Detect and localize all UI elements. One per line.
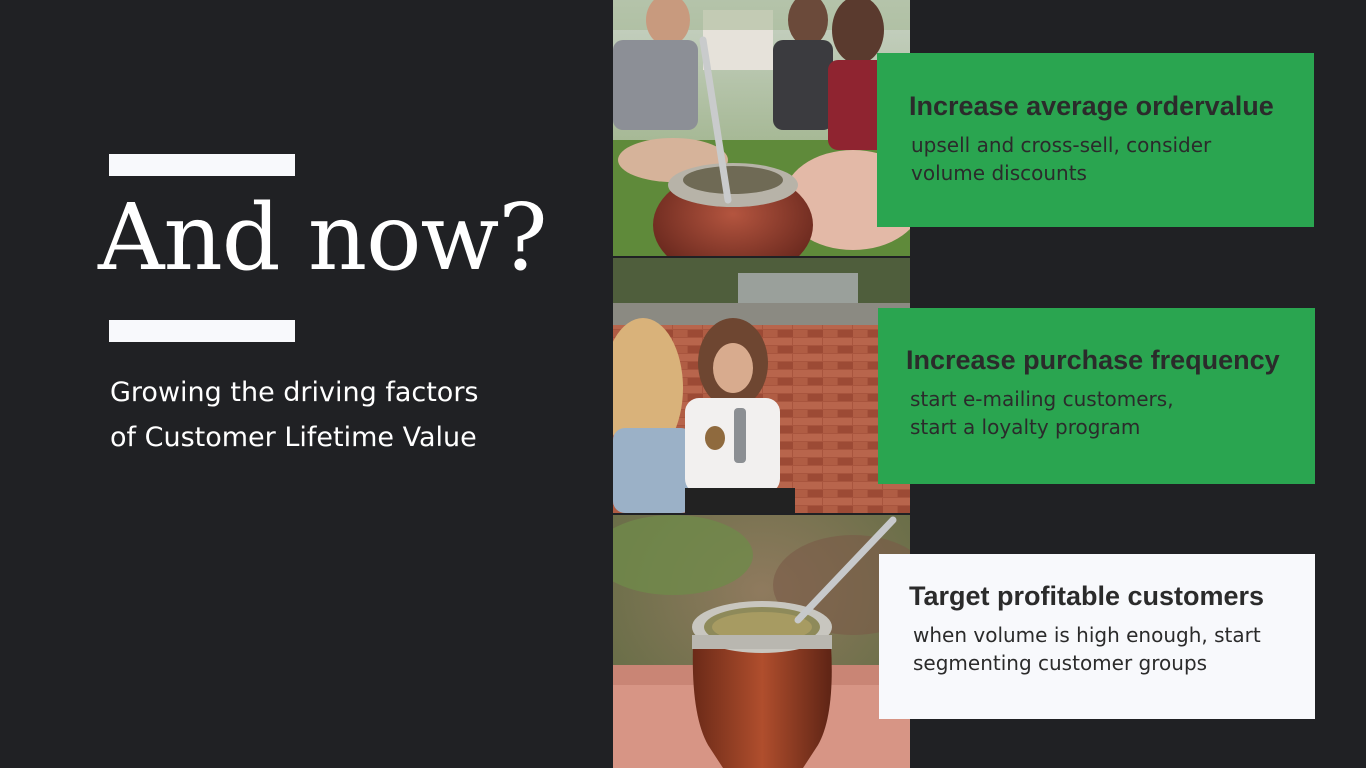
card-average-order-value: Increase average ordervalue upsell and c… xyxy=(877,53,1314,227)
card-description-line: segmenting customer groups xyxy=(913,651,1208,675)
card-description-line: start a loyalty program xyxy=(910,415,1141,439)
photo-girls-brick-wall xyxy=(613,258,910,513)
slide-title: And now? xyxy=(98,184,548,291)
photo-mate-gourd xyxy=(613,515,910,768)
card-description-line: upsell and cross-sell, consider xyxy=(911,133,1212,157)
card-profitable-customers: Target profitable customers when volume … xyxy=(879,554,1315,719)
card-description-line: start e-mailing customers, xyxy=(910,387,1174,411)
subtitle-line: Growing the driving factors xyxy=(110,377,479,408)
card-title: Increase purchase frequency xyxy=(906,345,1280,375)
card-description-line: when volume is high enough, start xyxy=(913,623,1261,647)
photo-group-mate xyxy=(613,0,910,256)
decorative-bar-top xyxy=(109,154,295,176)
card-purchase-frequency: Increase purchase frequency start e-mail… xyxy=(878,308,1315,484)
card-description: upsell and cross-sell, consider volume d… xyxy=(911,131,1314,187)
card-description: when volume is high enough, start segmen… xyxy=(913,621,1315,677)
slide: And now? Growing the driving factors of … xyxy=(0,0,1366,768)
card-title: Target profitable customers xyxy=(909,581,1265,611)
card-description: start e-mailing customers, start a loyal… xyxy=(910,385,1315,441)
card-description-line: volume discounts xyxy=(911,161,1087,185)
card-title: Increase average ordervalue xyxy=(909,91,1274,121)
subtitle-line: of Customer Lifetime Value xyxy=(110,422,477,453)
decorative-bar-bottom xyxy=(109,320,295,342)
slide-subtitle: Growing the driving factors of Customer … xyxy=(110,370,530,460)
